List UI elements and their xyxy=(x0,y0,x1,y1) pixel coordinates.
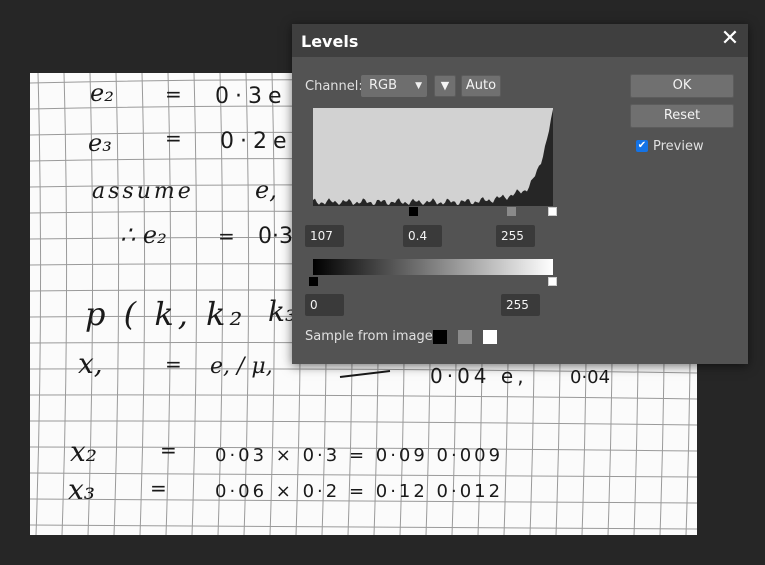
title-bar: Levels ✕ xyxy=(292,24,748,57)
line-p-lhs: p ( k, k₂ xyxy=(85,295,246,333)
channel-options-button[interactable]: ▼ xyxy=(434,75,456,97)
input-white-field[interactable]: 255 xyxy=(496,225,535,247)
ok-button[interactable]: OK xyxy=(630,74,734,98)
input-gamma-field[interactable]: 0.4 xyxy=(403,225,442,247)
line-x3-lhs: x₃ xyxy=(68,473,95,506)
histogram xyxy=(313,108,553,206)
close-icon: ✕ xyxy=(720,26,740,51)
line-x3-op: = xyxy=(150,476,167,500)
chevron-down-icon: ▼ xyxy=(415,81,422,91)
grid-line-horizontal xyxy=(30,524,697,530)
auto-button[interactable]: Auto xyxy=(461,75,501,97)
grid-line-horizontal xyxy=(30,472,697,478)
histogram-plot xyxy=(313,109,553,206)
input-white-slider-handle[interactable] xyxy=(548,207,557,216)
channel-select[interactable]: RGB ▼ xyxy=(361,75,427,97)
line-e2-rhs: 0·3e xyxy=(215,84,288,109)
line-therefore-op: = xyxy=(218,224,235,248)
checkmark-icon: ✔ xyxy=(637,140,647,151)
line-x3-rhs: 0·06 × 0·2 = 0·12 0·012 xyxy=(215,481,503,502)
input-black-field[interactable]: 107 xyxy=(305,225,344,247)
dialog-title: Levels xyxy=(301,32,359,51)
channel-value: RGB xyxy=(369,78,398,93)
levels-dialog: Levels ✕ Channel: RGB ▼ ▼ Auto OK Reset … xyxy=(292,24,748,364)
line-e3-lhs: e₃ xyxy=(88,129,112,157)
output-white-field[interactable]: 255 xyxy=(501,294,540,316)
grid-line-horizontal xyxy=(30,420,697,426)
line-x1-rhs: e, / μ, xyxy=(210,354,273,379)
channel-label: Channel: xyxy=(305,79,363,94)
line-therefore-lhs: ∴ e₂ xyxy=(120,221,167,249)
strike-mark xyxy=(339,370,391,378)
triangle-down-icon: ▼ xyxy=(440,79,450,92)
line-x1-value: 0·04 xyxy=(570,367,610,388)
line-x1-result: 0·04 e, xyxy=(430,364,528,388)
sample-black-eyedropper[interactable] xyxy=(433,330,447,344)
grid-line-horizontal xyxy=(30,394,697,400)
close-button[interactable]: ✕ xyxy=(719,28,741,50)
line-e2-lhs: e₂ xyxy=(90,79,114,107)
line-x2-op: = xyxy=(160,438,177,462)
line-x2-lhs: x₂ xyxy=(70,435,97,468)
sample-gray-eyedropper[interactable] xyxy=(458,330,472,344)
line-x1-lhs: x, xyxy=(78,347,103,380)
preview-label: Preview xyxy=(653,139,704,154)
preview-checkbox[interactable]: ✔ xyxy=(636,140,648,152)
line-assume-rhs: e, xyxy=(255,176,277,204)
output-gradient-bar xyxy=(313,259,553,275)
output-black-field[interactable]: 0 xyxy=(305,294,344,316)
sample-label: Sample from image: xyxy=(305,329,438,344)
sample-white-eyedropper[interactable] xyxy=(483,330,497,344)
reset-button[interactable]: Reset xyxy=(630,104,734,128)
grid-line-vertical xyxy=(61,73,68,535)
line-e3-op: = xyxy=(165,126,182,150)
output-black-slider-handle[interactable] xyxy=(309,277,318,286)
line-e2-op: = xyxy=(165,82,182,106)
input-gamma-slider-handle[interactable] xyxy=(507,207,516,216)
line-x1-op: = xyxy=(165,352,182,376)
line-therefore-rhs: 0·3 xyxy=(258,224,293,249)
output-white-slider-handle[interactable] xyxy=(548,277,557,286)
grid-line-vertical xyxy=(35,73,42,535)
input-black-slider-handle[interactable] xyxy=(409,207,418,216)
line-x2-rhs: 0·03 × 0·3 = 0·09 0·009 xyxy=(215,445,503,466)
line-e3-rhs: 0·2e xyxy=(220,129,293,154)
line-assume: assume xyxy=(92,179,194,204)
